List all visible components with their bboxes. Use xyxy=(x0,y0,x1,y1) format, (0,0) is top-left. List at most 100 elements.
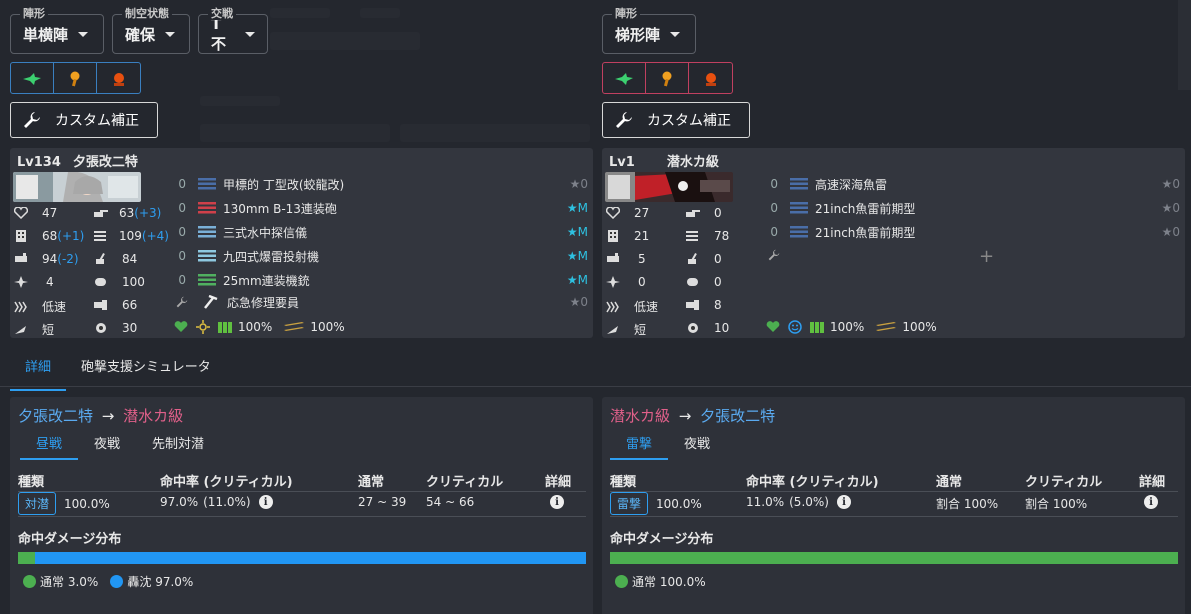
tab-support-simulator[interactable]: 砲撃支援シミュレータ xyxy=(66,348,226,391)
attacker-name: 潜水カ級 xyxy=(610,407,671,425)
stat-evasion: 94 (-2) xyxy=(14,252,79,266)
stat-firepower: 0 xyxy=(686,206,722,220)
equipment-icon xyxy=(197,273,217,287)
critical-damage-cell: 割合 100% xyxy=(1025,497,1088,511)
col-detail: 詳細 xyxy=(545,475,572,490)
gun-icon xyxy=(94,210,108,217)
tab-torpedo-battle[interactable]: 雷撃 xyxy=(610,433,669,460)
equipment-icon xyxy=(197,201,217,215)
distribution-bar xyxy=(610,552,1178,564)
attack-panel-right: 潜水カ級 → 夕張改二特 雷撃 夜戦 種類 命中率 (クリティカル) 通常 クリ… xyxy=(602,397,1185,614)
arrow-icon: → xyxy=(101,407,115,425)
custom-modifier-button-left[interactable]: カスタム補正 xyxy=(10,102,158,138)
option-button-group-left xyxy=(10,62,141,94)
equipment-slot[interactable]: 0 甲標的 丁型改(蛟龍改) xyxy=(176,173,344,195)
formation-select-right[interactable]: 陣形 梯形陣 xyxy=(602,8,696,54)
info-icon[interactable]: i xyxy=(1144,495,1158,509)
slot-count: 0 xyxy=(770,177,778,191)
col-normal: 通常 xyxy=(936,475,963,490)
repair-item-icon xyxy=(201,295,221,309)
tab-night-battle[interactable]: 夜戦 xyxy=(78,433,136,460)
equipment-name: 三式水中探信儀 xyxy=(223,225,308,240)
info-icon[interactable]: i xyxy=(836,495,851,509)
tab-day-battle[interactable]: 昼戦 xyxy=(20,433,79,460)
plane-toggle-button[interactable] xyxy=(603,63,646,93)
equipment-name: 応急修理要員 xyxy=(227,295,300,310)
searchlight-toggle-button[interactable] xyxy=(646,63,689,93)
stat-luck: 10 xyxy=(686,321,729,335)
attack-type-cell: 対潜 100.0% xyxy=(18,492,110,515)
engagement-value: T不 xyxy=(211,14,227,53)
searchlight-toggle-button[interactable] xyxy=(54,63,97,93)
legend-item: 通常 3.0% xyxy=(23,573,98,590)
equipment-name: 21inch魚雷前期型 xyxy=(815,201,916,216)
ship-card-right[interactable]: Lv1 潜水カ級 27 21 5 0 低速 短 0 78 0 0 8 10 0 … xyxy=(602,148,1185,338)
wrench-icon xyxy=(616,112,632,128)
flare-toggle-button[interactable] xyxy=(689,63,732,93)
add-expansion-button[interactable]: + xyxy=(979,246,994,267)
range-icon xyxy=(15,325,26,334)
stat-range: 短 xyxy=(606,321,646,338)
tab-details[interactable]: 詳細 xyxy=(10,348,67,391)
equipment-slot[interactable]: 0 高速深海魚雷 xyxy=(768,173,887,195)
normal-damage-cell: 27 ~ 39 xyxy=(358,495,407,509)
wrench-icon xyxy=(768,249,780,261)
heart-icon xyxy=(606,207,620,219)
attack-rate: 100.0% xyxy=(64,496,110,511)
equipment-slot[interactable]: 0 21inch魚雷前期型 xyxy=(768,221,915,243)
defender-name: 夕張改二特 xyxy=(700,407,776,425)
fuel-value: 100% xyxy=(238,320,273,334)
stat-aircraft: 0 xyxy=(606,275,646,289)
flare-toggle-button[interactable] xyxy=(97,63,140,93)
hit-rate-cell: 11.0% (5.0%) i xyxy=(746,495,851,509)
detail-cell: i xyxy=(542,495,564,509)
stat-hp: 47 xyxy=(14,206,57,220)
col-critical: クリティカル xyxy=(1025,475,1103,490)
formation-select-left[interactable]: 陣形 単横陣 xyxy=(10,8,104,54)
stat-firepower: 63 (+3) xyxy=(94,206,161,220)
equipment-slot[interactable]: 0 九四式爆雷投射機 xyxy=(176,245,319,267)
ship-level: Lv1 xyxy=(609,155,635,170)
tab-opening-asw[interactable]: 先制対潜 xyxy=(136,433,220,460)
searchlight-icon xyxy=(662,71,672,87)
legend-item: 通常 100.0% xyxy=(615,573,706,590)
legend-dot xyxy=(110,575,124,588)
engagement-select[interactable]: 交戦 T不 xyxy=(198,8,268,54)
stat-aa: 84 xyxy=(94,252,137,266)
air-state-select[interactable]: 制空状態 確保 xyxy=(112,8,190,54)
aircraft-icon xyxy=(606,276,620,288)
equipment-slot[interactable]: 0 25mm連装機銃 xyxy=(176,269,309,291)
info-icon[interactable]: i xyxy=(258,495,273,509)
col-hit-rate: 命中率 (クリティカル) xyxy=(160,475,293,490)
armor-icon xyxy=(608,230,618,242)
equipment-slot[interactable]: 0 三式水中探信儀 xyxy=(176,221,307,243)
ship-banner-image xyxy=(605,172,733,202)
expansion-slot[interactable]: 応急修理要員 xyxy=(176,291,299,313)
custom-modifier-button-right[interactable]: カスタム補正 xyxy=(602,102,750,138)
info-icon[interactable]: i xyxy=(550,495,564,509)
col-normal: 通常 xyxy=(358,475,385,490)
chevron-down-icon xyxy=(245,31,255,37)
slot-count: 0 xyxy=(178,177,186,191)
torpedo-icon xyxy=(94,231,106,241)
distribution-label: 命中ダメージ分布 xyxy=(18,532,122,547)
tab-night-battle[interactable]: 夜戦 xyxy=(668,433,726,460)
equipment-slot[interactable]: 0 21inch魚雷前期型 xyxy=(768,197,915,219)
critical-damage-cell: 54 ~ 66 xyxy=(426,495,475,509)
distribution-segment xyxy=(610,552,1178,564)
stat-range: 短 xyxy=(14,321,54,338)
panel-title: 夕張改二特 → 潜水カ級 xyxy=(18,405,183,426)
stat-los: 8 xyxy=(686,298,722,312)
equipment-name: 九四式爆雷投射機 xyxy=(223,249,320,264)
formation-label: 陣形 xyxy=(20,8,48,20)
attacker-name: 夕張改二特 xyxy=(18,407,94,425)
plane-toggle-button[interactable] xyxy=(11,63,54,93)
distribution-legend: 通常 3.0% 轟沈 97.0% xyxy=(23,573,205,590)
proficiency: ★0 xyxy=(1161,201,1180,215)
ship-card-left[interactable]: Lv134 夕張改二特 47 68 (+1) 94 (-2) 4 低速 短 63… xyxy=(10,148,593,338)
proficiency: ★0 xyxy=(1161,177,1180,191)
stat-aa: 0 xyxy=(686,252,722,266)
evasion-icon xyxy=(607,253,619,262)
equipment-slot[interactable]: 0 130mm B-13連装砲 xyxy=(176,197,337,219)
evasion-icon xyxy=(15,253,27,262)
